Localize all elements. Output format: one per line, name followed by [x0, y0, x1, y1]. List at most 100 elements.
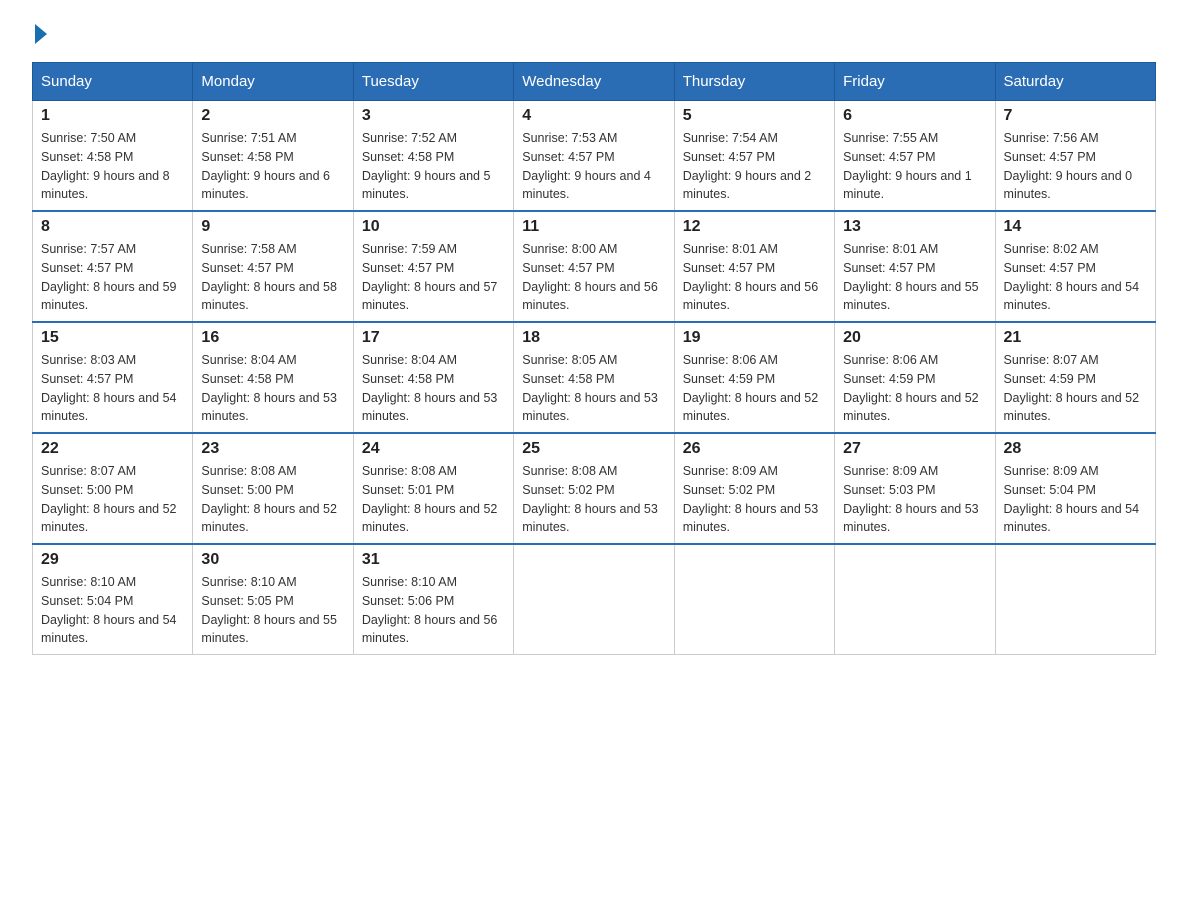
day-info: Sunrise: 8:07 AMSunset: 4:59 PMDaylight:… [1004, 351, 1147, 426]
calendar-cell: 13 Sunrise: 8:01 AMSunset: 4:57 PMDayligh… [835, 211, 995, 322]
day-info: Sunrise: 8:06 AMSunset: 4:59 PMDaylight:… [683, 351, 826, 426]
calendar-cell: 12Sunrise: 8:01 AMSunset: 4:57 PMDayligh… [674, 211, 834, 322]
day-number: 21 [1004, 329, 1147, 347]
day-number: 13 [843, 218, 986, 236]
day-info: Sunrise: 7:58 AMSunset: 4:57 PMDaylight:… [201, 240, 344, 315]
calendar-cell: 11 Sunrise: 8:00 AMSunset: 4:57 PMDayligh… [514, 211, 674, 322]
day-info: Sunrise: 8:02 AMSunset: 4:57 PMDaylight:… [1004, 240, 1147, 315]
day-info: Sunrise: 7:59 AMSunset: 4:57 PMDaylight:… [362, 240, 505, 315]
calendar-cell: 8Sunrise: 7:57 AMSunset: 4:57 PMDaylight… [33, 211, 193, 322]
day-number: 24 [362, 440, 505, 458]
calendar-week-row: 8Sunrise: 7:57 AMSunset: 4:57 PMDaylight… [33, 211, 1156, 322]
day-number: 14 [1004, 218, 1147, 236]
day-number: 11 [522, 218, 665, 236]
day-number: 5 [683, 107, 826, 125]
day-number: 20 [843, 329, 986, 347]
day-number: 25 [522, 440, 665, 458]
calendar-cell: 22 Sunrise: 8:07 AMSunset: 5:00 PMDayligh… [33, 433, 193, 544]
day-number: 16 [201, 329, 344, 347]
day-info: Sunrise: 8:06 AMSunset: 4:59 PMDaylight:… [843, 351, 986, 426]
calendar-cell: 1 Sunrise: 7:50 AMSunset: 4:58 PMDaylight… [33, 101, 193, 212]
col-header-friday: Friday [835, 63, 995, 101]
day-info: Sunrise: 8:09 AMSunset: 5:03 PMDaylight:… [843, 462, 986, 537]
day-info: Sunrise: 7:53 AMSunset: 4:57 PMDaylight:… [522, 129, 665, 204]
col-header-wednesday: Wednesday [514, 63, 674, 101]
calendar-cell: 16 Sunrise: 8:04 AMSunset: 4:58 PMDayligh… [193, 322, 353, 433]
day-info: Sunrise: 8:08 AMSunset: 5:00 PMDaylight:… [201, 462, 344, 537]
day-info: Sunrise: 8:10 AMSunset: 5:04 PMDaylight:… [41, 573, 184, 648]
calendar-cell: 5 Sunrise: 7:54 AMSunset: 4:57 PMDaylight… [674, 101, 834, 212]
calendar-cell: 21 Sunrise: 8:07 AMSunset: 4:59 PMDayligh… [995, 322, 1155, 433]
day-info: Sunrise: 8:04 AMSunset: 4:58 PMDaylight:… [201, 351, 344, 426]
day-number: 27 [843, 440, 986, 458]
day-info: Sunrise: 8:04 AMSunset: 4:58 PMDaylight:… [362, 351, 505, 426]
day-info: Sunrise: 8:10 AMSunset: 5:06 PMDaylight:… [362, 573, 505, 648]
day-number: 2 [201, 107, 344, 125]
calendar-cell: 19 Sunrise: 8:06 AMSunset: 4:59 PMDayligh… [674, 322, 834, 433]
calendar-week-row: 29Sunrise: 8:10 AMSunset: 5:04 PMDayligh… [33, 544, 1156, 655]
logo-arrow-icon [35, 24, 47, 44]
day-number: 4 [522, 107, 665, 125]
day-info: Sunrise: 7:54 AMSunset: 4:57 PMDaylight:… [683, 129, 826, 204]
page-header [32, 24, 1156, 42]
day-number: 1 [41, 107, 184, 125]
col-header-sunday: Sunday [33, 63, 193, 101]
day-number: 10 [362, 218, 505, 236]
day-info: Sunrise: 8:08 AMSunset: 5:01 PMDaylight:… [362, 462, 505, 537]
day-info: Sunrise: 8:01 AMSunset: 4:57 PMDaylight:… [843, 240, 986, 315]
day-number: 9 [201, 218, 344, 236]
calendar-week-row: 1 Sunrise: 7:50 AMSunset: 4:58 PMDaylight… [33, 101, 1156, 212]
day-info: Sunrise: 8:08 AMSunset: 5:02 PMDaylight:… [522, 462, 665, 537]
day-info: Sunrise: 8:09 AMSunset: 5:04 PMDaylight:… [1004, 462, 1147, 537]
calendar-cell: 28Sunrise: 8:09 AMSunset: 5:04 PMDayligh… [995, 433, 1155, 544]
calendar-cell [995, 544, 1155, 655]
calendar-cell: 26 Sunrise: 8:09 AMSunset: 5:02 PMDayligh… [674, 433, 834, 544]
day-info: Sunrise: 8:09 AMSunset: 5:02 PMDaylight:… [683, 462, 826, 537]
col-header-saturday: Saturday [995, 63, 1155, 101]
calendar-cell: 14 Sunrise: 8:02 AMSunset: 4:57 PMDayligh… [995, 211, 1155, 322]
day-info: Sunrise: 8:10 AMSunset: 5:05 PMDaylight:… [201, 573, 344, 648]
calendar-cell [674, 544, 834, 655]
calendar-cell [514, 544, 674, 655]
calendar-cell: 25 Sunrise: 8:08 AMSunset: 5:02 PMDayligh… [514, 433, 674, 544]
day-info: Sunrise: 7:56 AMSunset: 4:57 PMDaylight:… [1004, 129, 1147, 204]
calendar-cell: 30 Sunrise: 8:10 AMSunset: 5:05 PMDayligh… [193, 544, 353, 655]
calendar-cell: 7Sunrise: 7:56 AMSunset: 4:57 PMDaylight… [995, 101, 1155, 212]
day-number: 31 [362, 551, 505, 569]
col-header-thursday: Thursday [674, 63, 834, 101]
calendar-cell: 23 Sunrise: 8:08 AMSunset: 5:00 PMDayligh… [193, 433, 353, 544]
day-number: 23 [201, 440, 344, 458]
calendar-cell: 10 Sunrise: 7:59 AMSunset: 4:57 PMDayligh… [353, 211, 513, 322]
calendar-header-row: SundayMondayTuesdayWednesdayThursdayFrid… [33, 63, 1156, 101]
calendar-cell: 4 Sunrise: 7:53 AMSunset: 4:57 PMDaylight… [514, 101, 674, 212]
day-number: 15 [41, 329, 184, 347]
calendar-table: SundayMondayTuesdayWednesdayThursdayFrid… [32, 62, 1156, 655]
day-number: 19 [683, 329, 826, 347]
day-number: 6 [843, 107, 986, 125]
calendar-week-row: 22 Sunrise: 8:07 AMSunset: 5:00 PMDayligh… [33, 433, 1156, 544]
day-info: Sunrise: 8:01 AMSunset: 4:57 PMDaylight:… [683, 240, 826, 315]
calendar-cell: 17 Sunrise: 8:04 AMSunset: 4:58 PMDayligh… [353, 322, 513, 433]
calendar-cell: 20 Sunrise: 8:06 AMSunset: 4:59 PMDayligh… [835, 322, 995, 433]
calendar-cell [835, 544, 995, 655]
day-info: Sunrise: 8:07 AMSunset: 5:00 PMDaylight:… [41, 462, 184, 537]
day-info: Sunrise: 7:57 AMSunset: 4:57 PMDaylight:… [41, 240, 184, 315]
calendar-cell: 9 Sunrise: 7:58 AMSunset: 4:57 PMDaylight… [193, 211, 353, 322]
day-number: 22 [41, 440, 184, 458]
day-number: 17 [362, 329, 505, 347]
day-number: 18 [522, 329, 665, 347]
day-number: 26 [683, 440, 826, 458]
day-info: Sunrise: 8:00 AMSunset: 4:57 PMDaylight:… [522, 240, 665, 315]
calendar-cell: 15 Sunrise: 8:03 AMSunset: 4:57 PMDayligh… [33, 322, 193, 433]
day-info: Sunrise: 8:05 AMSunset: 4:58 PMDaylight:… [522, 351, 665, 426]
calendar-cell: 27 Sunrise: 8:09 AMSunset: 5:03 PMDayligh… [835, 433, 995, 544]
day-info: Sunrise: 7:55 AMSunset: 4:57 PMDaylight:… [843, 129, 986, 204]
calendar-cell: 31 Sunrise: 8:10 AMSunset: 5:06 PMDayligh… [353, 544, 513, 655]
day-number: 3 [362, 107, 505, 125]
calendar-cell: 3Sunrise: 7:52 AMSunset: 4:58 PMDaylight… [353, 101, 513, 212]
day-info: Sunrise: 7:50 AMSunset: 4:58 PMDaylight:… [41, 129, 184, 204]
day-number: 30 [201, 551, 344, 569]
day-info: Sunrise: 8:03 AMSunset: 4:57 PMDaylight:… [41, 351, 184, 426]
calendar-cell: 6 Sunrise: 7:55 AMSunset: 4:57 PMDaylight… [835, 101, 995, 212]
calendar-cell: 29Sunrise: 8:10 AMSunset: 5:04 PMDayligh… [33, 544, 193, 655]
